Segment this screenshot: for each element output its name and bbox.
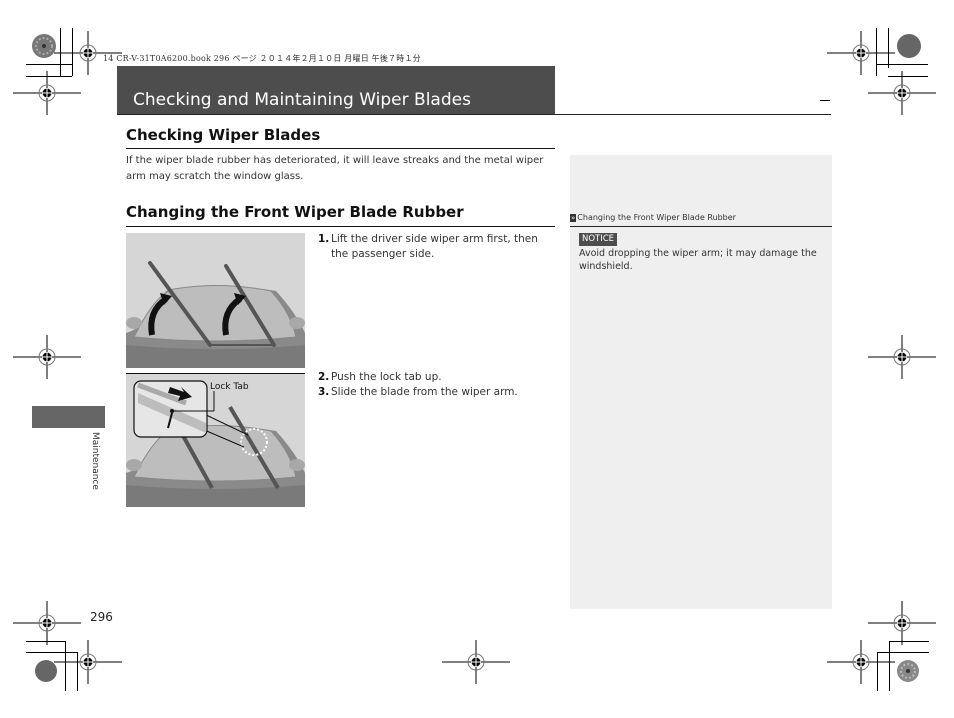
figure-lock-tab: Lock Tab [126,373,305,507]
double-chevron-right-icon: » [570,214,577,222]
step-3: 3. Slide the blade from the wiper arm. [318,385,558,400]
color-registration-disc-icon [897,660,919,682]
registration-crosshair-icon [868,601,936,645]
step-1: 1. Lift the driver side wiper arm first, … [318,232,558,262]
registration-crosshair-icon [868,335,936,379]
changing-heading: Changing the Front Wiper Blade Rubber [126,203,464,221]
cross-reference-text: Changing the Front Wiper Blade Rubber [577,213,736,222]
side-notes-panel [570,155,832,609]
heading-rule [126,148,555,149]
crop-line [820,100,830,101]
step-text: Push the lock tab up. [331,371,442,383]
step-number: 3. [318,386,330,398]
section-title: Checking and Maintaining Wiper Blades [133,90,471,110]
chapter-tab[interactable] [32,406,105,428]
step-number: 1. [318,233,330,245]
checking-body: If the wiper blade rubber has deteriorat… [126,155,544,182]
lock-tab-callout: Lock Tab [210,382,249,392]
registration-crosshair-icon [868,71,936,115]
step-text: Slide the blade from the wiper arm. [331,386,518,398]
registration-crosshair-icon [13,335,81,379]
heading-rule [126,226,555,227]
step-text: Lift the driver side wiper arm first, th… [331,233,538,260]
checking-heading: Checking Wiper Blades [126,126,321,144]
notice-badge: NOTICE [579,233,618,246]
notice-text: Avoid dropping the wiper arm; it may dam… [579,248,817,272]
section-title-bar: Checking and Maintaining Wiper Blades [117,66,555,115]
step-number: 2. [318,371,330,383]
registration-crosshair-icon [13,71,81,115]
registration-crosshair-icon [442,640,510,684]
section-title-rule [117,114,831,115]
print-header: 14 CR-V-31T0A6200.book 296 ページ ２０１４年２月１０… [103,54,421,63]
color-registration-disc-icon [897,34,921,58]
figure-lift-wiper-arms [126,233,305,368]
cross-reference-link[interactable]: » Changing the Front Wiper Blade Rubber [570,213,736,222]
side-panel-rule [570,226,832,227]
page-number: 296 [90,610,113,624]
registration-crosshair-icon [54,640,122,684]
step-2: 2. Push the lock tab up. [318,370,558,385]
chapter-tab-label: Maintenance [90,432,100,490]
